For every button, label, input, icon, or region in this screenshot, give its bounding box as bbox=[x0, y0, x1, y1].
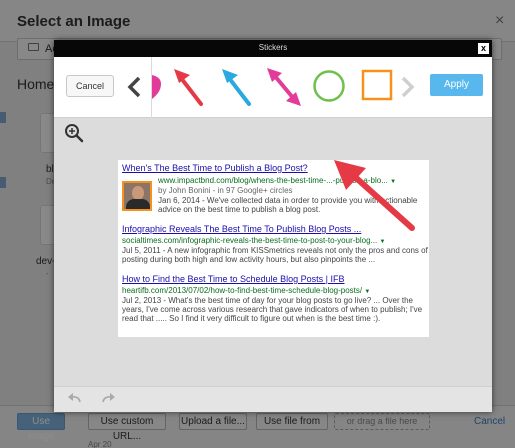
pink-double-arrow-sticker[interactable] bbox=[264, 65, 304, 109]
orange-square-sticker[interactable] bbox=[361, 69, 393, 101]
modal-close-button[interactable]: x bbox=[478, 43, 489, 54]
zoom-in-icon[interactable] bbox=[64, 123, 84, 143]
chevron-right-icon[interactable] bbox=[401, 76, 415, 98]
chevron-left-icon[interactable] bbox=[127, 76, 141, 98]
result-title[interactable]: How to Find the Best Time to Schedule Bl… bbox=[122, 274, 344, 284]
result-snippet-line: read that ..... So I find it very diffic… bbox=[122, 314, 381, 323]
redo-icon[interactable] bbox=[101, 392, 117, 406]
blue-arrow-sticker[interactable] bbox=[219, 66, 255, 108]
red-arrow-sticker[interactable] bbox=[171, 66, 207, 108]
result-snippet-line: years, I've come across various research… bbox=[122, 305, 423, 314]
editor-canvas[interactable]: When's The Best Time to Publish a Blog P… bbox=[54, 118, 492, 386]
result-snippet-line: posting during both high and low activit… bbox=[122, 255, 376, 264]
stickers-modal: Stickers x Cancel Apply When's The Best … bbox=[54, 40, 492, 412]
heart-sticker[interactable] bbox=[152, 73, 162, 101]
green-circle-sticker[interactable] bbox=[312, 69, 346, 103]
result-author: by John Bonini - in 97 Google+ circles bbox=[158, 186, 293, 195]
result-url[interactable]: heartifb.com/2013/07/02/how-to-find-best… bbox=[122, 286, 370, 295]
caret-down-icon: ▼ bbox=[379, 239, 386, 245]
modal-footer bbox=[54, 386, 492, 412]
placed-arrow-sticker[interactable] bbox=[324, 156, 424, 236]
apply-button[interactable]: Apply bbox=[430, 74, 483, 96]
undo-icon[interactable] bbox=[66, 392, 82, 406]
modal-title: Stickers bbox=[258, 43, 288, 52]
result-url-text: heartifb.com/2013/07/02/how-to-find-best… bbox=[122, 286, 363, 295]
caret-down-icon: ▼ bbox=[364, 289, 371, 295]
result-snippet-line: Jul 5, 2011 - A new infographic from KIS… bbox=[122, 246, 428, 255]
avatar bbox=[122, 181, 152, 211]
result-snippet-line: Jul 2, 2013 - What's the best time of da… bbox=[122, 296, 414, 305]
cancel-button[interactable]: Cancel bbox=[66, 75, 114, 97]
result-title[interactable]: When's The Best Time to Publish a Blog P… bbox=[122, 163, 308, 173]
result-snippet-line: advice on the best time to publish a blo… bbox=[158, 205, 321, 214]
result-url[interactable]: socialtimes.com/infographic-reveals-the-… bbox=[122, 236, 385, 245]
sticker-toolbar: Cancel Apply bbox=[54, 57, 492, 118]
result-url-text: socialtimes.com/infographic-reveals-the-… bbox=[122, 236, 378, 245]
